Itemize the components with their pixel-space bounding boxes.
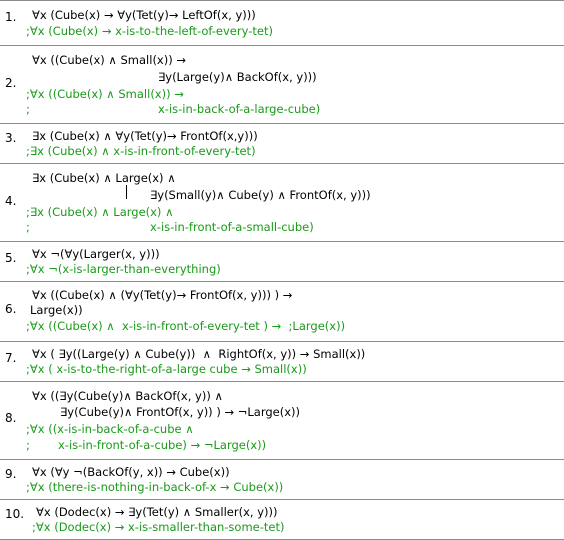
exercise-number: 8. bbox=[5, 411, 17, 425]
annotation-line: ;∀x (there-is-nothing-in-back-of-x → Cub… bbox=[26, 480, 284, 494]
formula-line: ∃y(Small(y)∧ Cube(y) ∧ FrontOf(x, y))) bbox=[150, 188, 371, 202]
annotation-line: x-is-in-back-of-a-large-cube) bbox=[158, 102, 321, 116]
formula-line: ∃x (Cube(x) ∧ Large(x) ∧ bbox=[32, 171, 176, 185]
exercise-number: 5. bbox=[5, 251, 17, 265]
formula-line: ∃y(Large(y)∧ BackOf(x, y))) bbox=[158, 70, 317, 84]
exercise-number: 1. bbox=[5, 10, 17, 24]
exercise-row: 3. ∃x (Cube(x) ∧ ∀y(Tet(y)→ FrontOf(x,y))… bbox=[0, 124, 564, 164]
annotation-line: ;∀x (Cube(x) → x-is-to-the-left-of-every… bbox=[26, 24, 273, 38]
exercise-number: 10. bbox=[5, 507, 25, 521]
exercise-row: 2. ∀x ((Cube(x) ∧ Small(x)) → ∃y(Large(y)∧… bbox=[0, 46, 564, 124]
exercise-row: 1. ∀x (Cube(x) → ∀y(Tet(y)→ LeftOf(x, y))… bbox=[0, 1, 564, 46]
annotation-line: ;∃x (Cube(x) ∧ Large(x) ∧ bbox=[26, 205, 174, 219]
exercise-row: 4. ∃x (Cube(x) ∧ Large(x) ∧ ∃y(Small(y)∧ C… bbox=[0, 164, 564, 242]
exercise-number: 4. bbox=[5, 194, 17, 208]
formula-line: ∀x (Dodec(x) → ∃y(Tet(y) ∧ Smaller(x, y)… bbox=[36, 505, 278, 519]
exercise-number: 9. bbox=[5, 467, 17, 481]
annotation-line: ;∀x ((Cube(x) ∧ Small(x)) → bbox=[26, 87, 184, 101]
exercise-number: 7. bbox=[5, 351, 17, 365]
formula-line: ∃x (Cube(x) ∧ ∀y(Tet(y)→ FrontOf(x,y))) bbox=[32, 129, 258, 143]
exercise-number: 3. bbox=[5, 131, 17, 145]
annotation-line: ;∀x ((x-is-in-back-of-a-cube ∧ bbox=[26, 422, 194, 436]
formula-line: ∀x ( ∃y((Large(y) ∧ Cube(y)) ∧ RightOf(x… bbox=[32, 347, 366, 361]
exercise-number: 2. bbox=[5, 76, 17, 90]
exercise-table: 1. ∀x (Cube(x) → ∀y(Tet(y)→ LeftOf(x, y))… bbox=[0, 0, 564, 540]
exercise-row: 6. ∀x ((Cube(x) ∧ (∀y(Tet(y)→ FrontOf(x, … bbox=[0, 282, 564, 342]
exercise-row: 10. ∀x (Dodec(x) → ∃y(Tet(y) ∧ Smaller(x,… bbox=[0, 500, 564, 540]
text-cursor bbox=[126, 185, 127, 199]
formula-line: ∀x ¬(∀y(Larger(x, y))) bbox=[32, 247, 160, 261]
annotation-line: ; bbox=[26, 438, 30, 452]
formula-line: ∀x ((Cube(x) ∧ Small(x)) → bbox=[32, 53, 186, 67]
exercise-row: 5. ∀x ¬(∀y(Larger(x, y))) ;∀x ¬(x-is-large… bbox=[0, 242, 564, 282]
annotation-line: ;∀x ( x-is-to-the-right-of-a-large cube … bbox=[26, 362, 307, 376]
formula-line: ∃y(Cube(y)∧ FrontOf(x, y)) ) → ¬Large(x)… bbox=[60, 405, 301, 419]
exercise-row: 8. ∀x ((∃y(Cube(y)∧ BackOf(x, y)) ∧ ∃y(Cub… bbox=[0, 382, 564, 460]
formula-line: ∀x (Cube(x) → ∀y(Tet(y)→ LeftOf(x, y))) bbox=[32, 8, 256, 22]
annotation-line: ; bbox=[26, 102, 30, 116]
formula-line: ∀x ((Cube(x) ∧ (∀y(Tet(y)→ FrontOf(x, y)… bbox=[32, 288, 293, 302]
annotation-line: ;∃x (Cube(x) ∧ x-is-in-front-of-every-te… bbox=[26, 144, 256, 158]
exercise-row: 9. ∀x (∀y ¬(BackOf(y, x)) → Cube(x)) ;∀x (… bbox=[0, 460, 564, 500]
annotation-line: x-is-in-front-of-a-small-cube) bbox=[150, 220, 314, 234]
annotation-line: ;∀x ((Cube(x) ∧ x-is-in-front-of-every-t… bbox=[26, 319, 346, 333]
formula-line: ∀x (∀y ¬(BackOf(y, x)) → Cube(x)) bbox=[32, 465, 230, 479]
annotation-line: ;∀x (Dodec(x) → x-is-smaller-than-some-t… bbox=[32, 520, 285, 534]
annotation-line: ; bbox=[26, 220, 30, 234]
annotation-line: x-is-in-front-of-a-cube) → ¬Large(x)) bbox=[58, 438, 267, 452]
formula-line: ∀x ((∃y(Cube(y)∧ BackOf(x, y)) ∧ bbox=[32, 389, 223, 403]
exercise-row: 7. ∀x ( ∃y((Large(y) ∧ Cube(y)) ∧ RightOf… bbox=[0, 342, 564, 382]
exercise-number: 6. bbox=[5, 302, 17, 316]
formula-line: Large(x)) bbox=[30, 303, 83, 317]
annotation-line: ;∀x ¬(x-is-larger-than-everything) bbox=[26, 262, 221, 276]
